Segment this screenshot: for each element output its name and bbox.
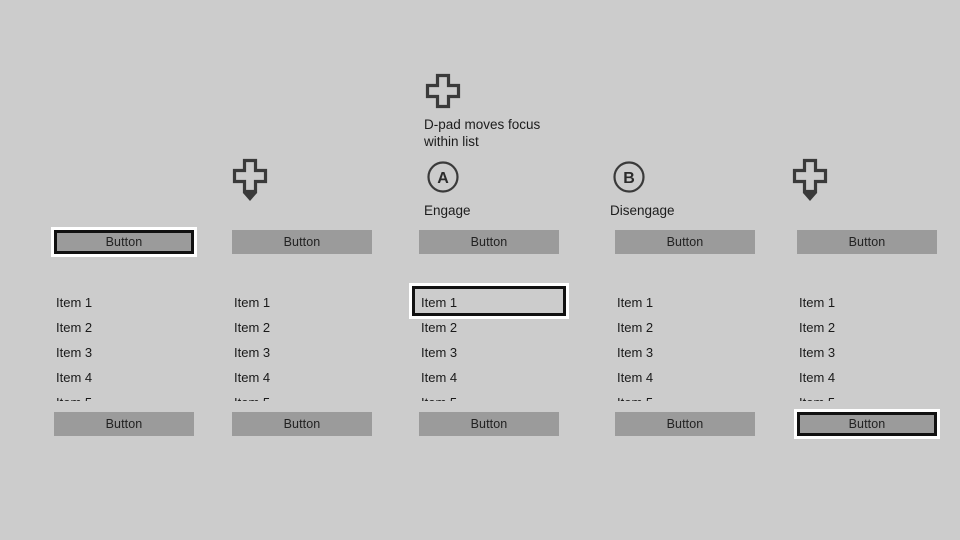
list-item[interactable]: Item 2 (797, 315, 937, 340)
bottom-button-slot: Button (54, 412, 194, 436)
list-item[interactable]: Item 4 (54, 365, 194, 390)
top-button-slot: Button (615, 230, 755, 254)
column-2: Button Item 1 Item 2 Item 3 Item 4 Item … (232, 230, 372, 436)
list-item[interactable]: Item 4 (419, 365, 559, 390)
list-item[interactable]: Item 3 (615, 340, 755, 365)
list-item[interactable]: Item 5 (615, 390, 755, 401)
button-a-icon: A (424, 158, 462, 196)
column-4: Button Item 1 Item 2 Item 3 Item 4 Item … (615, 230, 755, 436)
list-item[interactable]: Item 1 (54, 290, 194, 315)
bottom-button-slot: Button (615, 412, 755, 436)
list-item[interactable]: Item 1 (419, 290, 559, 315)
list-item[interactable]: Item 2 (419, 315, 559, 340)
list-item[interactable]: Item 1 (797, 290, 937, 315)
annotation-dpad-focus: D-pad moves focus within list (424, 72, 540, 150)
list[interactable]: Item 1 Item 2 Item 3 Item 4 Item 5 (797, 290, 937, 401)
annotation-dpad-down-column-2 (229, 157, 271, 203)
list-item[interactable]: Item 5 (797, 390, 937, 401)
annotation-disengage: B Disengage (610, 158, 675, 219)
list-item[interactable]: Item 4 (615, 365, 755, 390)
bottom-button-slot: Button (232, 412, 372, 436)
list[interactable]: Item 1 Item 2 Item 3 Item 4 Item 5 (232, 290, 372, 401)
list-items: Item 1 Item 2 Item 3 Item 4 Item 5 (419, 290, 559, 401)
list-item[interactable]: Item 3 (54, 340, 194, 365)
list-item[interactable]: Item 2 (615, 315, 755, 340)
list-items: Item 1 Item 2 Item 3 Item 4 Item 5 (232, 290, 372, 401)
top-button[interactable]: Button (54, 230, 194, 254)
list[interactable]: Item 1 Item 2 Item 3 Item 4 Item 5 (412, 286, 566, 401)
list[interactable]: Item 1 Item 2 Item 3 Item 4 Item 5 (54, 290, 194, 401)
list-item[interactable]: Item 3 (232, 340, 372, 365)
list-item[interactable]: Item 3 (419, 340, 559, 365)
top-button-slot: Button (54, 230, 194, 254)
list-item[interactable]: Item 5 (419, 390, 559, 401)
top-button-slot: Button (232, 230, 372, 254)
list-item[interactable]: Item 1 (232, 290, 372, 315)
list-item[interactable]: Item 5 (232, 390, 372, 401)
list-item[interactable]: Item 4 (232, 365, 372, 390)
top-button[interactable]: Button (615, 230, 755, 254)
bottom-button[interactable]: Button (232, 412, 372, 436)
list[interactable]: Item 1 Item 2 Item 3 Item 4 Item 5 (615, 290, 755, 401)
list-item[interactable]: Item 2 (54, 315, 194, 340)
dpad-icon (424, 72, 462, 110)
top-button[interactable]: Button (419, 230, 559, 254)
dpad-down-icon (229, 157, 271, 203)
bottom-button-slot: Button (797, 412, 937, 436)
annotation-dpad-down-column-5 (789, 157, 831, 203)
column-1: Button Item 1 Item 2 Item 3 Item 4 Item … (54, 230, 194, 436)
bottom-button-slot: Button (419, 412, 559, 436)
column-5: Button Item 1 Item 2 Item 3 Item 4 Item … (797, 230, 937, 436)
list-items: Item 1 Item 2 Item 3 Item 4 Item 5 (615, 290, 755, 401)
list-items: Item 1 Item 2 Item 3 Item 4 Item 5 (54, 290, 194, 401)
svg-text:B: B (623, 170, 635, 187)
top-button[interactable]: Button (232, 230, 372, 254)
bottom-button[interactable]: Button (419, 412, 559, 436)
dpad-down-icon (789, 157, 831, 203)
annotation-engage-label: Engage (424, 203, 471, 218)
button-b-icon: B (610, 158, 648, 196)
bottom-button[interactable]: Button (54, 412, 194, 436)
annotation-engage: A Engage (424, 158, 471, 219)
top-button-slot: Button (419, 230, 559, 254)
annotation-disengage-label: Disengage (610, 203, 675, 218)
top-button-slot: Button (797, 230, 937, 254)
bottom-button[interactable]: Button (615, 412, 755, 436)
list-item[interactable]: Item 3 (797, 340, 937, 365)
list-item[interactable]: Item 4 (797, 365, 937, 390)
annotation-dpad-focus-label: D-pad moves focus within list (424, 117, 541, 149)
top-button[interactable]: Button (797, 230, 937, 254)
svg-text:A: A (437, 170, 449, 187)
column-3: Button Item 1 Item 2 Item 3 Item 4 Item … (412, 230, 566, 436)
list-item[interactable]: Item 5 (54, 390, 194, 401)
bottom-button[interactable]: Button (797, 412, 937, 436)
list-item[interactable]: Item 1 (615, 290, 755, 315)
list-item[interactable]: Item 2 (232, 315, 372, 340)
list-items: Item 1 Item 2 Item 3 Item 4 Item 5 (797, 290, 937, 401)
